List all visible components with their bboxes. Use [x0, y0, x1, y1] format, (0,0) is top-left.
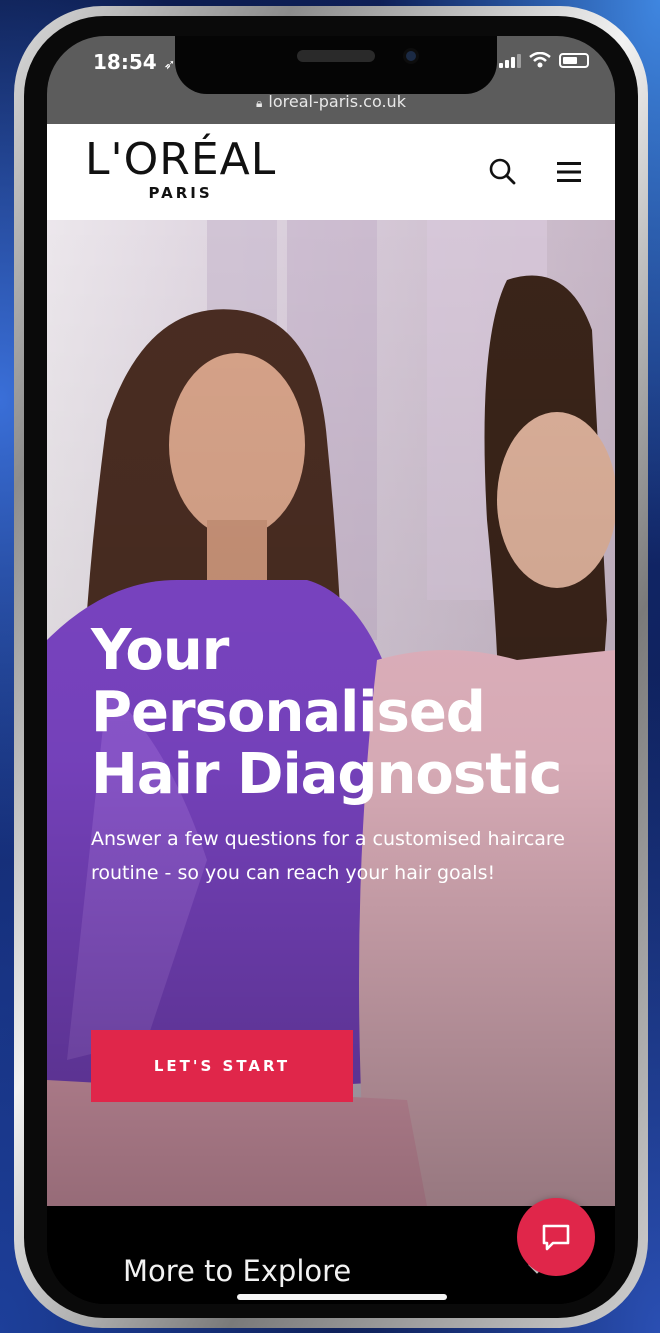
phone-screen: 18:54 ➶ 🔒︎ loreal-paris.co.uk L'ORÉAL PAR…: [47, 36, 615, 1304]
lock-icon: 🔒︎: [256, 96, 263, 110]
hero-subtitle: Answer a few questions for a customised …: [91, 828, 565, 884]
battery-icon: [559, 53, 589, 68]
chat-icon: [542, 1224, 570, 1251]
hero-banner: Your Personalised Hair Diagnostic Answer…: [47, 220, 615, 1206]
menu-button[interactable]: [551, 154, 587, 190]
search-icon: [489, 158, 516, 185]
hero-title-line: Hair Diagnostic: [91, 742, 562, 807]
search-button[interactable]: [485, 154, 521, 190]
signal-icon: [499, 54, 521, 68]
hero-title-line: Personalised: [91, 680, 486, 745]
status-time: 18:54 ➶: [93, 50, 176, 74]
brand-logo[interactable]: L'ORÉAL PARIS: [85, 134, 277, 203]
site-header: L'ORÉAL PARIS: [47, 124, 615, 220]
url-text: loreal-paris.co.uk: [268, 92, 406, 111]
more-to-explore-label: More to Explore: [123, 1254, 352, 1288]
menu-icon: [557, 162, 581, 182]
location-arrow-icon: ➶: [163, 57, 176, 73]
notch: [175, 36, 497, 94]
chat-button[interactable]: [517, 1198, 595, 1276]
status-bar: 18:54 ➶ 🔒︎ loreal-paris.co.uk: [47, 36, 615, 124]
logo-subtitle: PARIS: [148, 184, 213, 202]
address-bar[interactable]: 🔒︎ loreal-paris.co.uk: [47, 92, 615, 111]
hero-title: Your Personalised Hair Diagnostic: [91, 620, 591, 806]
wifi-icon: [529, 52, 551, 68]
front-camera: [403, 48, 419, 64]
speaker-grille: [297, 50, 375, 62]
home-indicator[interactable]: [237, 1294, 447, 1300]
logo-wordmark: L'ORÉAL: [85, 134, 277, 185]
hero-title-line: Your: [91, 618, 229, 683]
hero-text-block: Your Personalised Hair Diagnostic Answer…: [91, 620, 591, 890]
lets-start-button[interactable]: LET'S START: [91, 1030, 353, 1102]
status-icons: [499, 52, 589, 68]
